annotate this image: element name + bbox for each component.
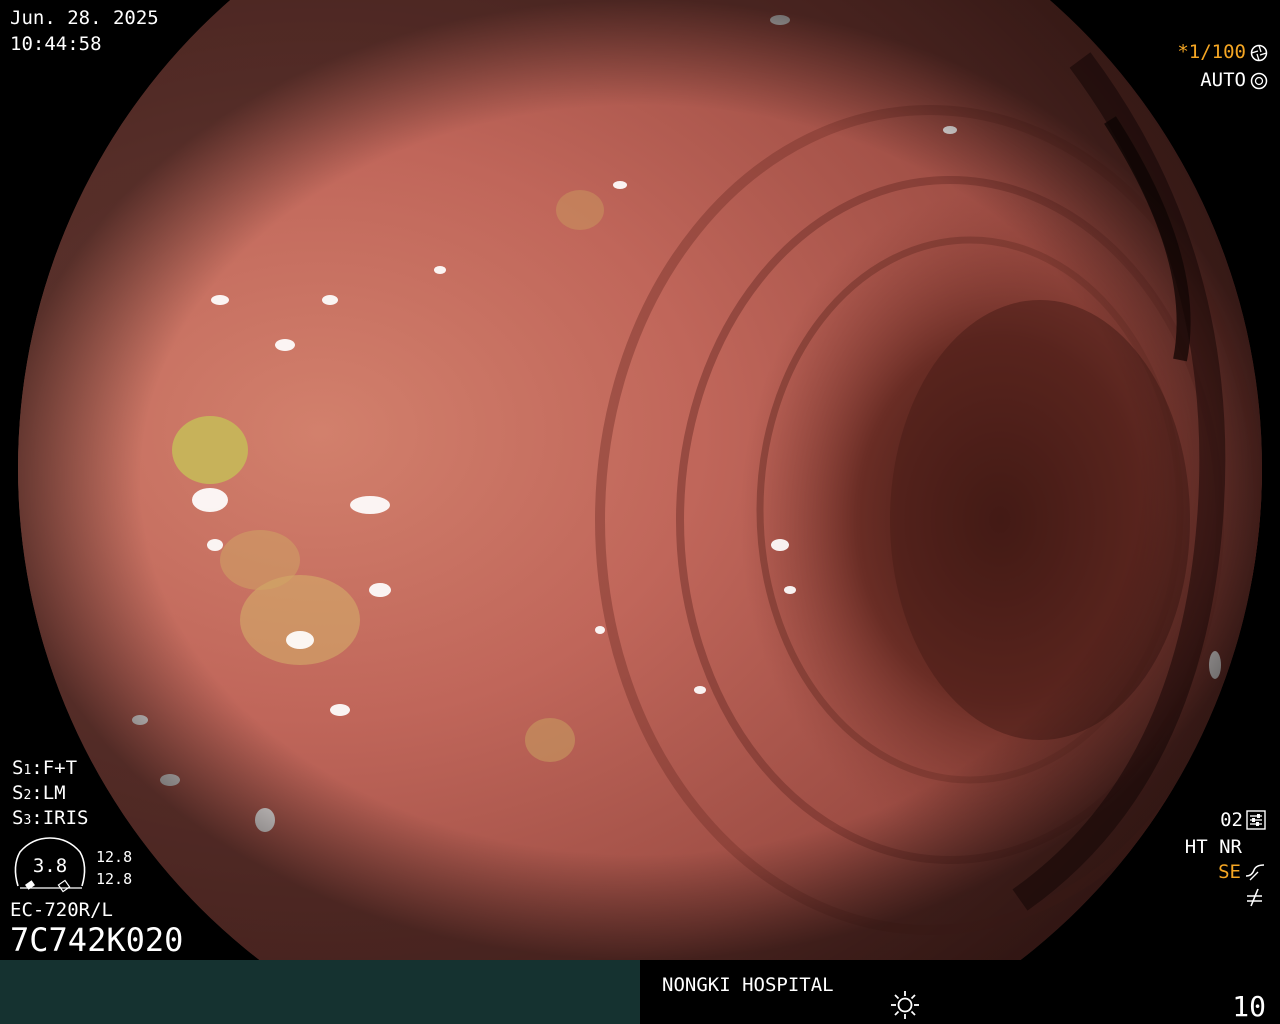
dial-reading-a: 12.8 bbox=[96, 848, 133, 866]
scope-serial: 7C742K020 bbox=[10, 921, 184, 959]
shutter-indicator: *1/100 bbox=[1177, 43, 1268, 62]
setting-s3: S3:IRIS bbox=[12, 807, 89, 829]
exposure-mode: AUTO bbox=[1200, 71, 1268, 90]
shutter-value: *1/100 bbox=[1177, 41, 1246, 63]
scope-model: EC-720R/L bbox=[10, 899, 113, 921]
aperture-auto-icon bbox=[1250, 72, 1268, 89]
footer-bar: NONGKI HOSPITAL 10 bbox=[0, 960, 1280, 1024]
enhance-curve-icon bbox=[1245, 864, 1265, 881]
endoscopic-image bbox=[18, 0, 1262, 960]
hospital-name: NONGKI HOSPITAL bbox=[662, 974, 834, 996]
image-counter: 10 bbox=[1232, 990, 1266, 1023]
o2-indicator: 02 bbox=[1220, 810, 1266, 830]
o2-label: 02 bbox=[1220, 808, 1243, 831]
se-indicator: SE bbox=[1218, 862, 1266, 882]
dial-value: 3.8 bbox=[32, 855, 68, 877]
dial-reading-b: 12.8 bbox=[96, 870, 133, 888]
se-label: SE bbox=[1218, 860, 1241, 883]
aperture-icon bbox=[1250, 44, 1268, 61]
magnification-dial: 3.8 bbox=[10, 836, 90, 898]
setting-s2: S2:LM bbox=[12, 782, 66, 804]
settings-sliders-icon bbox=[1246, 810, 1266, 830]
exposure-mode-label: AUTO bbox=[1200, 69, 1246, 91]
footer-left-panel bbox=[0, 960, 640, 1024]
sun-icon bbox=[891, 991, 919, 1019]
ht-nr-label: HT NR bbox=[1184, 836, 1242, 858]
footer-right-panel: NONGKI HOSPITAL 10 bbox=[640, 960, 1280, 1024]
filter-symbol-icon bbox=[1247, 888, 1262, 907]
time-label: 10:44:58 bbox=[10, 33, 102, 55]
date-label: Jun. 28. 2025 bbox=[10, 7, 159, 29]
setting-s1: S1:F+T bbox=[12, 757, 78, 779]
